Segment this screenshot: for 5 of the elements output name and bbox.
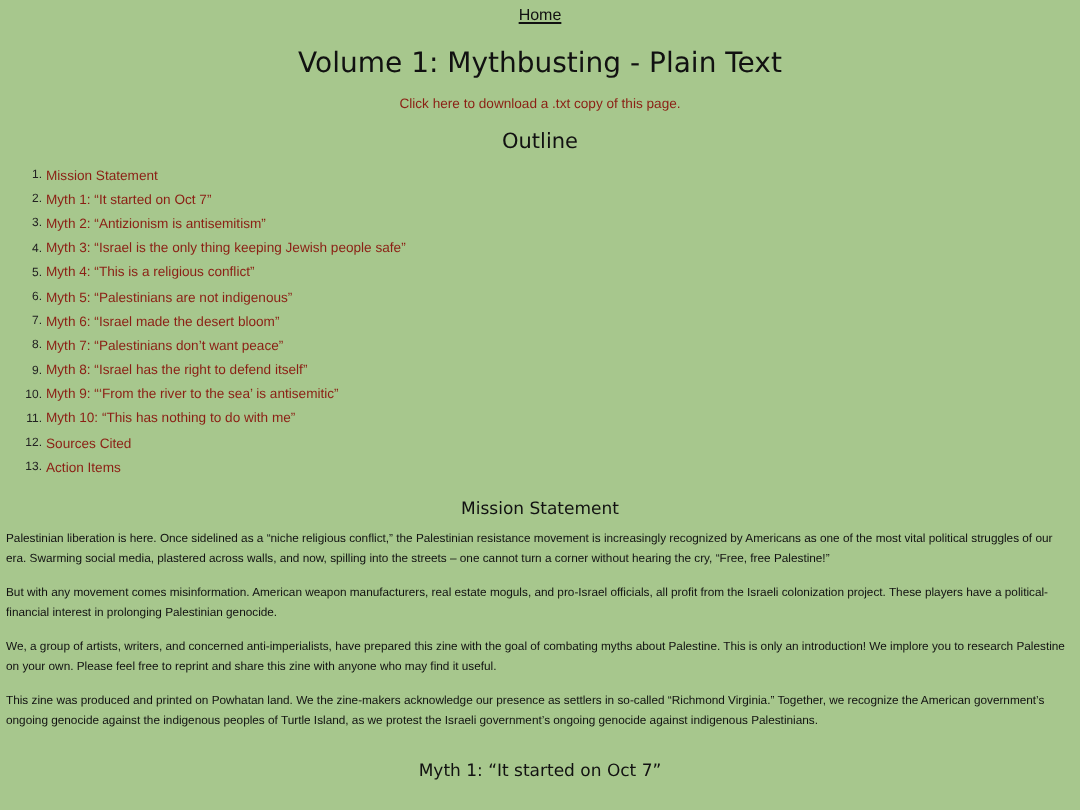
section-heading: Myth 1: “It started on Oct 7” bbox=[418, 762, 662, 783]
home-link[interactable]: Home bbox=[518, 6, 562, 24]
page-title: Volume 1: Mythbusting - Plain Text bbox=[298, 48, 782, 80]
section-heading: Mission Statement bbox=[461, 500, 619, 521]
outline-heading: Outline bbox=[502, 130, 578, 154]
